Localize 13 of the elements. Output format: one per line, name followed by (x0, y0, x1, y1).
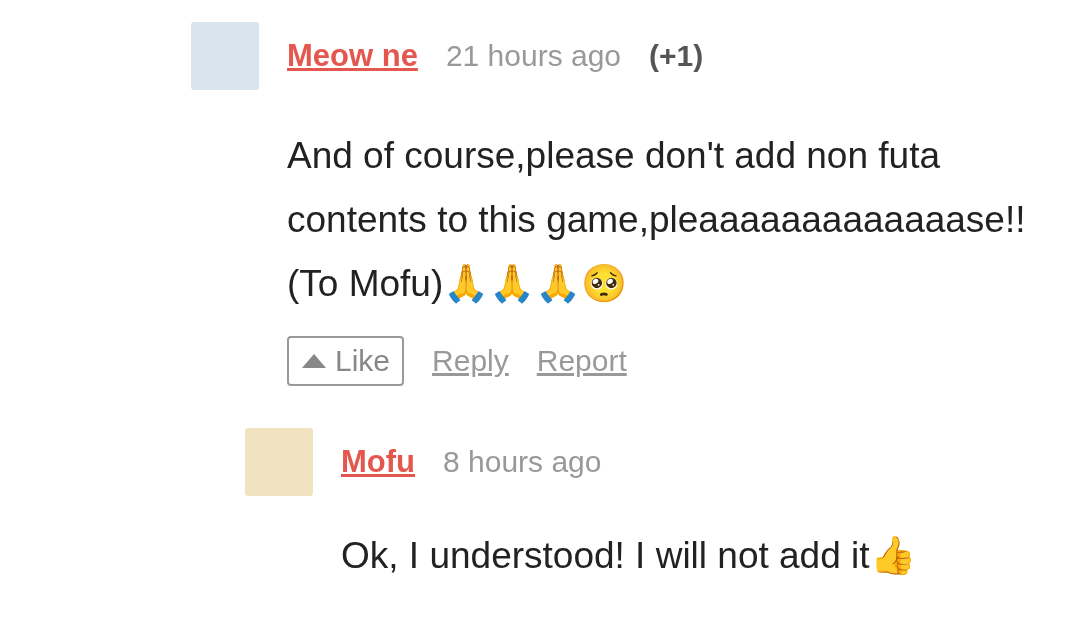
score-count: (+1) (649, 39, 704, 73)
like-button[interactable]: Like (287, 336, 405, 386)
comment-text: Ok, I understood! I will not add it👍 (341, 534, 917, 578)
report-link[interactable]: Report (536, 344, 627, 378)
avatar-image (191, 22, 259, 90)
timestamp: 21 hours ago (445, 39, 622, 73)
author-link[interactable]: Mofu (341, 444, 416, 480)
reply-link[interactable]: Reply (432, 344, 509, 378)
avatar-image (245, 428, 313, 496)
comment-text: And of course,please don't add non futa contents to this game,pleaaaaaaaaaaaaase!!(To Mofu)🙏🙏🙏🥺 (287, 134, 1027, 306)
timestamp: 8 hours ago (443, 445, 602, 479)
author-link[interactable]: Meow ne (287, 38, 418, 74)
triangle-icon (301, 353, 327, 369)
